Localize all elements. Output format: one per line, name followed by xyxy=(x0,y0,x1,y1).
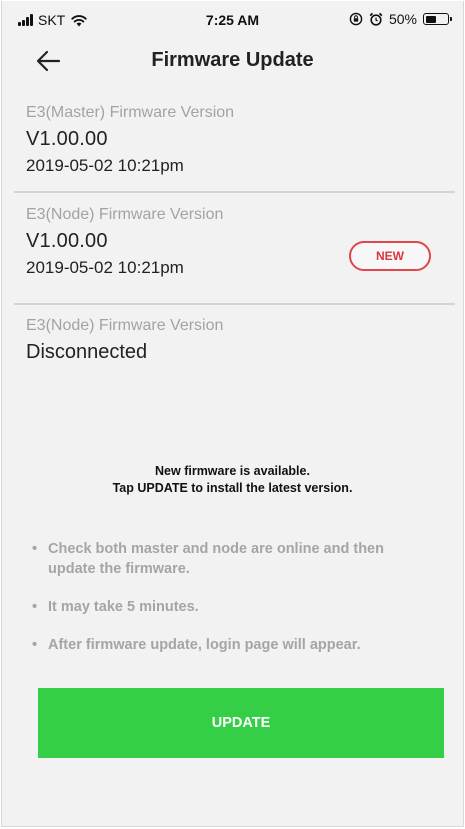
battery-icon xyxy=(423,13,452,25)
node-firmware-section: E3(Node) Firmware Version V1.00.00 2019-… xyxy=(14,206,455,278)
lock-rotation-icon xyxy=(349,12,363,26)
tip-item: • Check both master and node are online a… xyxy=(32,539,423,579)
master-firmware-section: E3(Master) Firmware Version V1.00.00 201… xyxy=(14,104,455,176)
new-badge: NEW xyxy=(349,241,431,271)
alarm-icon xyxy=(369,12,383,26)
page-title: Firmware Update xyxy=(151,49,314,71)
bullet: • xyxy=(32,599,38,615)
tip-text: Check both master and node are online an… xyxy=(48,541,384,577)
tip-text: After firmware update, login page will a… xyxy=(48,637,361,653)
node-status-section: E3(Node) Firmware Version Disconnected xyxy=(14,317,455,364)
phone-screen: SKT 7:25 AM 50% Firmware Update E3(Maste… xyxy=(1,1,464,827)
firmware-version: V1.00.00 xyxy=(26,128,108,150)
tip-text: It may take 5 minutes. xyxy=(48,599,199,615)
firmware-label: E3(Node) Firmware Version xyxy=(26,206,224,223)
connection-status: Disconnected xyxy=(26,341,148,363)
tip-item: • It may take 5 minutes. xyxy=(32,597,423,617)
tip-item: • After firmware update, login page will … xyxy=(32,635,423,655)
bullet: • xyxy=(32,637,38,653)
firmware-label: E3(Node) Firmware Version xyxy=(26,317,224,334)
bullet: • xyxy=(32,541,38,557)
notice-line-2: Tap UPDATE to install the latest version… xyxy=(112,481,353,495)
update-button[interactable]: UPDATE xyxy=(38,688,444,758)
notice-line-1: New firmware is available. xyxy=(155,464,310,478)
update-notice: New firmware is available. Tap UPDATE to… xyxy=(2,463,463,497)
battery-fill xyxy=(425,15,436,23)
divider xyxy=(14,303,455,305)
tips-list: • Check both master and node are online a… xyxy=(32,539,423,673)
status-right: 50% xyxy=(349,11,452,27)
firmware-date: 2019-05-02 10:21pm xyxy=(26,156,184,175)
divider xyxy=(14,191,455,193)
battery-percent: 50% xyxy=(388,11,417,27)
header: Firmware Update xyxy=(2,39,463,89)
status-bar: SKT 7:25 AM 50% xyxy=(2,1,463,39)
firmware-label: E3(Master) Firmware Version xyxy=(26,104,235,121)
